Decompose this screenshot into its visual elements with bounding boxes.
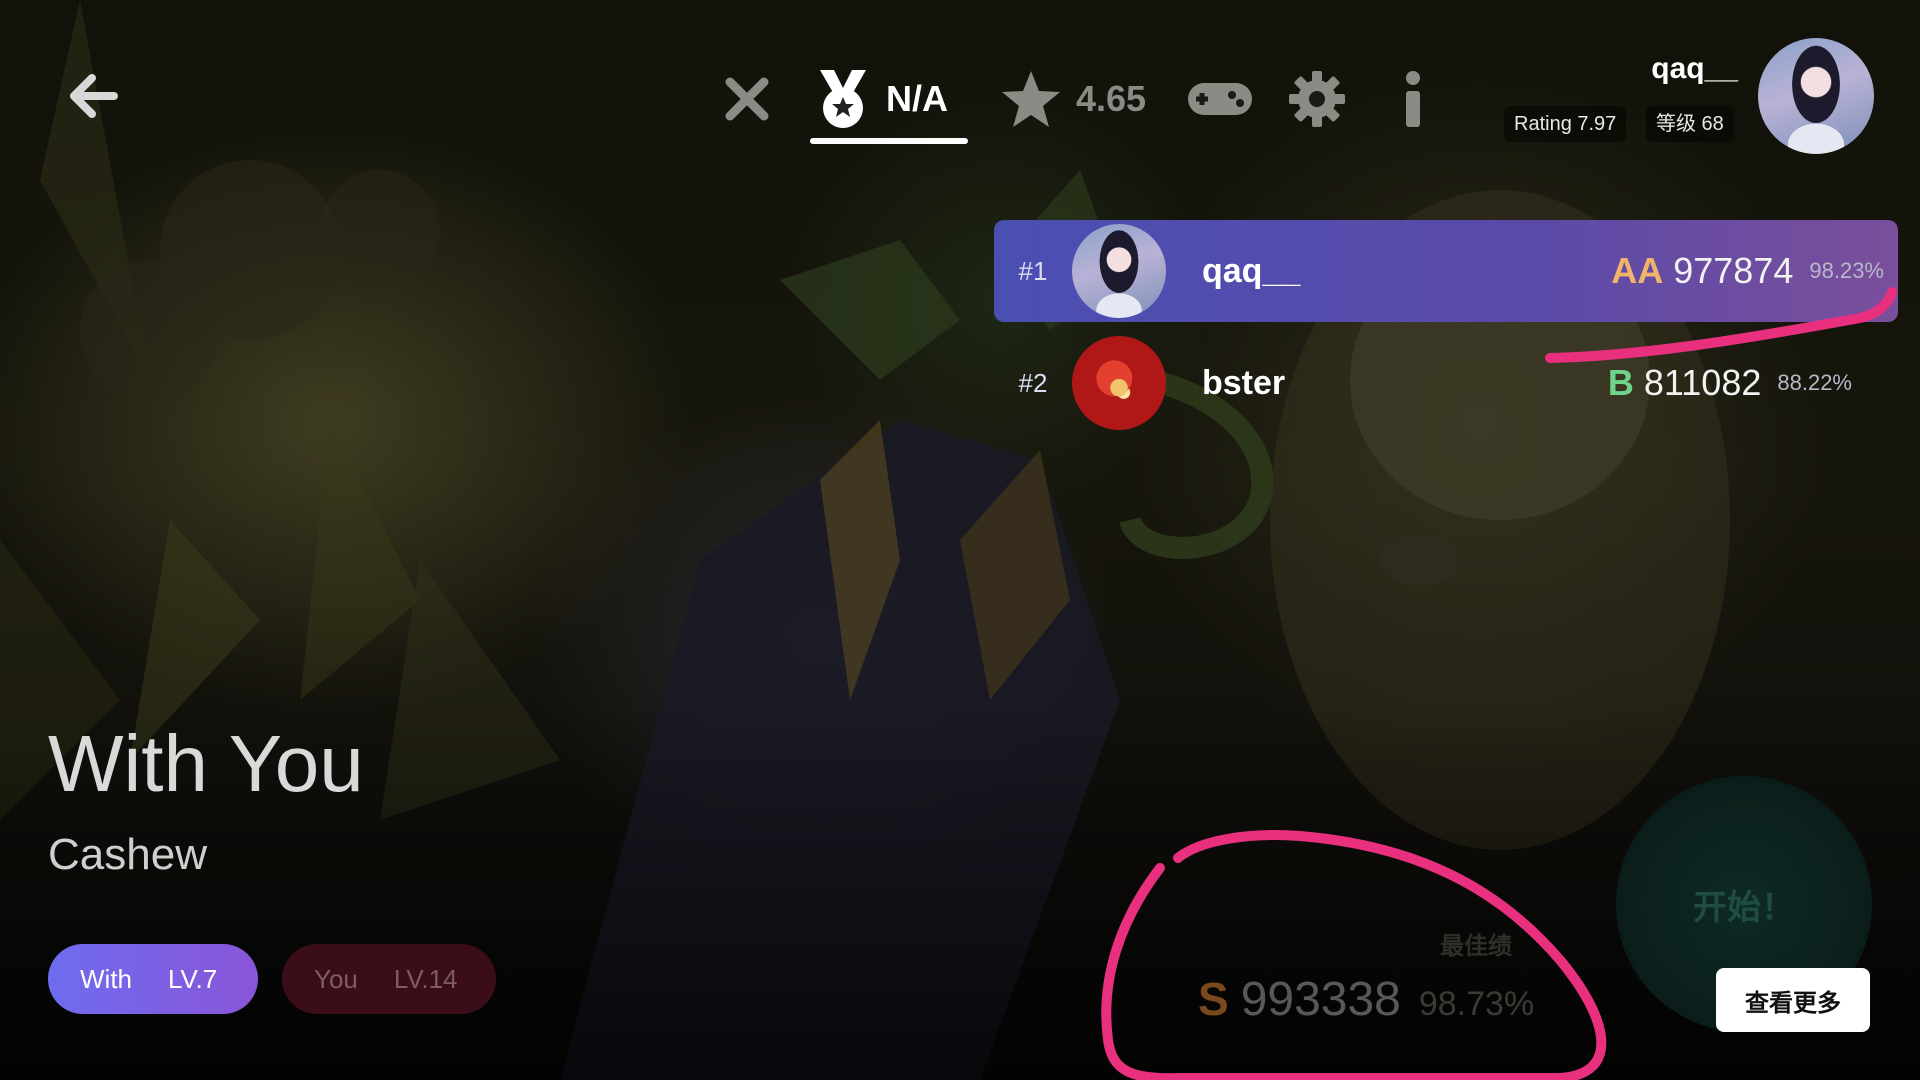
- close-icon: [725, 77, 769, 121]
- start-label: 开始！: [1693, 887, 1795, 928]
- medal-icon: [820, 70, 866, 128]
- gamepad-icon: [1188, 83, 1252, 115]
- score-value: 977874: [1673, 250, 1794, 291]
- grade-label: B: [1607, 362, 1634, 403]
- tab-rating[interactable]: 4.65: [1000, 64, 1146, 134]
- difficulty-level: LV.7: [168, 963, 218, 994]
- song-title: With You: [48, 719, 364, 808]
- player-avatar: [1072, 336, 1166, 430]
- medal-label: N/A: [886, 78, 948, 119]
- rating-label: 4.65: [1076, 78, 1147, 119]
- active-tab-indicator: [810, 138, 968, 144]
- back-button[interactable]: [64, 66, 124, 126]
- profile-level: 等级 68: [1646, 106, 1734, 142]
- info-button[interactable]: [1396, 64, 1430, 134]
- leaderboard-row-2[interactable]: #2 bster B 811082 88.22%: [994, 332, 1898, 434]
- score-value: 811082: [1643, 362, 1762, 403]
- difficulty-you-button[interactable]: You LV.14: [282, 944, 496, 1014]
- best-accuracy: 98.73%: [1418, 985, 1535, 1023]
- song-artist: Cashew: [48, 830, 207, 879]
- leaderboard-row-1[interactable]: #1 qaq__ AA 977874 98.23%: [994, 220, 1898, 322]
- accuracy-value: 88.22%: [1777, 370, 1852, 395]
- accuracy-value: 98.23%: [1809, 258, 1884, 283]
- difficulty-with-button[interactable]: With LV.7: [48, 944, 258, 1014]
- best-grade: S: [1198, 973, 1229, 1025]
- view-more-button[interactable]: 查看更多: [1716, 968, 1870, 1032]
- arrow-left-icon: [70, 74, 118, 118]
- gear-icon: [1289, 71, 1345, 127]
- player-avatar: [1072, 224, 1166, 318]
- player-name: bster: [1202, 363, 1286, 402]
- profile-name: qaq__: [1651, 52, 1738, 85]
- profile-rating: Rating 7.97: [1504, 106, 1627, 142]
- rank-label: #2: [1018, 367, 1048, 398]
- info-icon: [1406, 71, 1420, 127]
- close-button[interactable]: [722, 64, 772, 134]
- grade-label: AA: [1611, 250, 1664, 291]
- tab-medal[interactable]: N/A: [814, 64, 948, 134]
- rank-label: #1: [1018, 255, 1048, 286]
- player-name: qaq__: [1202, 251, 1301, 290]
- best-score-value: 993338: [1240, 973, 1401, 1026]
- gamepad-button[interactable]: [1186, 64, 1254, 134]
- difficulty-level: LV.14: [393, 963, 458, 994]
- best-score: S 993338 98.73%: [1198, 972, 1534, 1027]
- profile-avatar[interactable]: [1758, 38, 1874, 154]
- difficulty-name: With: [80, 963, 132, 994]
- star-icon: [1002, 71, 1060, 127]
- settings-button[interactable]: [1288, 64, 1346, 134]
- best-score-label: 最佳绩: [1440, 932, 1512, 960]
- difficulty-name: You: [314, 963, 358, 994]
